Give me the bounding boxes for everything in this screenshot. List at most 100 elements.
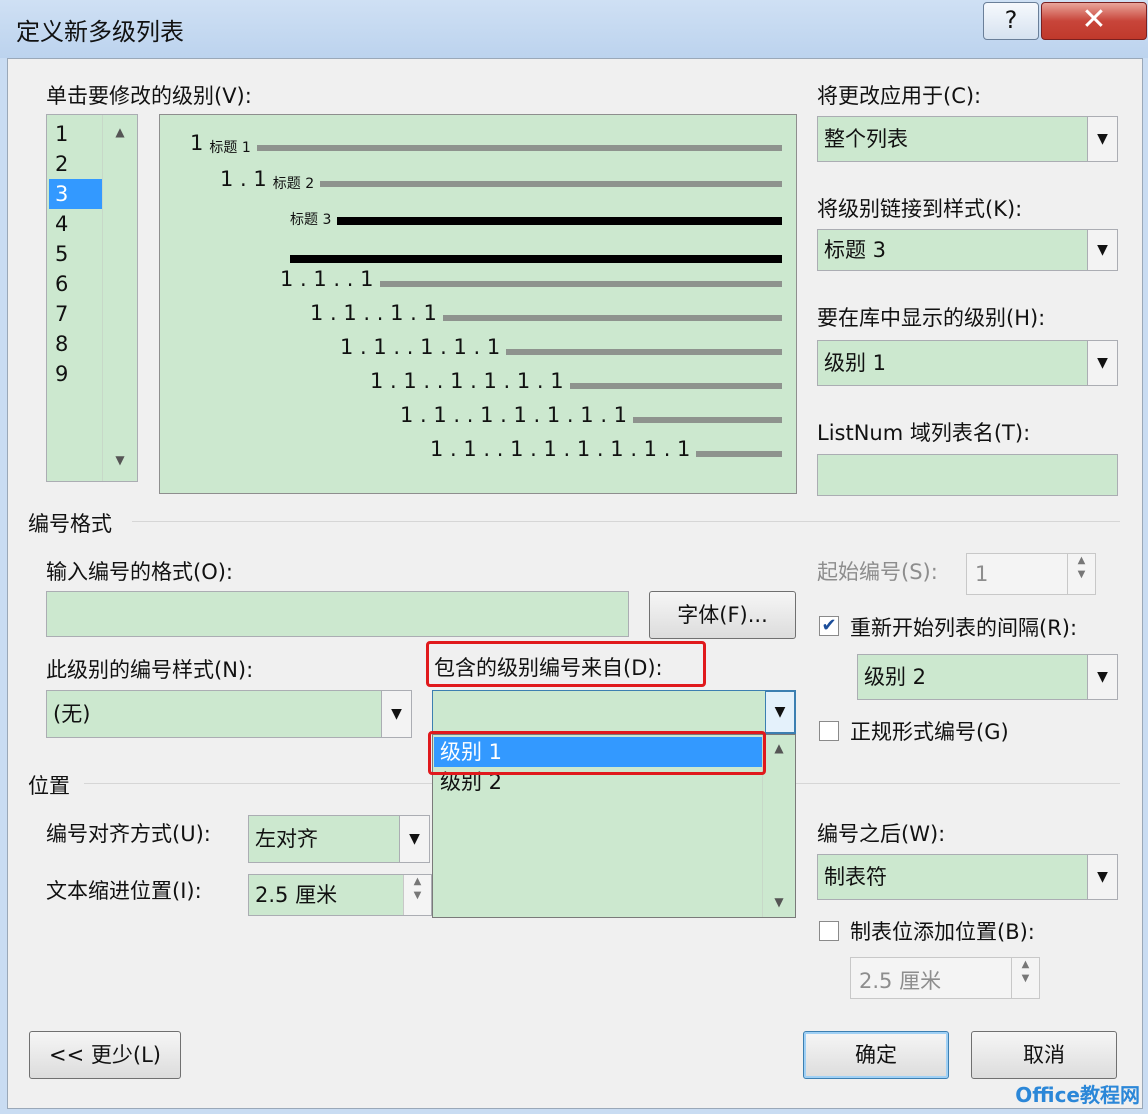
spinner-arrows-icon[interactable]: ▲ ▼ xyxy=(1067,554,1095,594)
restart-checkbox[interactable]: ✔ xyxy=(819,616,839,636)
level-item[interactable]: 5 xyxy=(49,239,105,269)
spinner-arrows-icon[interactable]: ▲ ▼ xyxy=(403,875,431,915)
chevron-down-icon[interactable]: ▼ xyxy=(1087,117,1117,161)
after-number-value: 制表符 xyxy=(824,865,887,889)
after-number-dropdown[interactable]: 制表符 ▼ xyxy=(817,854,1118,900)
level-item[interactable]: 1 xyxy=(49,119,105,149)
preview-text-line xyxy=(337,217,782,225)
indent-label: 文本缩进位置(I): xyxy=(46,879,202,903)
section-divider xyxy=(132,521,1120,522)
dialog-title: 定义新多级列表 xyxy=(16,18,184,46)
level-item[interactable]: 2 xyxy=(49,149,105,179)
indent-value: 2.5 厘米 xyxy=(255,883,338,907)
level-item[interactable]: 6 xyxy=(49,269,105,299)
chevron-down-icon[interactable]: ▼ xyxy=(1087,855,1117,899)
link-style-dropdown[interactable]: 标题 3 ▼ xyxy=(817,229,1118,271)
after-number-label: 编号之后(W): xyxy=(817,822,946,846)
number-style-value: (无) xyxy=(53,702,91,726)
preview-text-line xyxy=(256,145,782,151)
link-style-label: 将级别链接到样式(K): xyxy=(817,197,1023,221)
close-button[interactable]: ✕ xyxy=(1041,2,1147,40)
start-value: 1 xyxy=(975,562,989,586)
align-label: 编号对齐方式(U): xyxy=(46,822,211,846)
preview-style-label: 标题 1 xyxy=(209,140,251,156)
ok-button[interactable]: 确定 xyxy=(803,1031,949,1079)
include-dropdown[interactable]: ▼ xyxy=(432,690,796,734)
preview-number: 1 xyxy=(190,131,204,155)
listnum-label: ListNum 域列表名(T): xyxy=(817,421,1031,445)
levels-scrollbar[interactable]: ▲ ▼ xyxy=(102,115,137,481)
number-format-section-title: 编号格式 xyxy=(28,512,112,536)
preview-text-line xyxy=(696,451,782,457)
help-button[interactable]: ? xyxy=(983,2,1039,40)
preview-text-line xyxy=(379,281,782,287)
less-button[interactable]: << 更少(L) xyxy=(29,1031,181,1079)
font-button[interactable]: 字体(F)... xyxy=(649,591,796,639)
start-spinner[interactable]: 1 ▲ ▼ xyxy=(966,553,1096,595)
apply-to-value: 整个列表 xyxy=(824,127,908,151)
level-item[interactable]: 3 xyxy=(49,179,105,209)
preview-number: 1 . 1 . . 1 . 1 . 1 . 1 xyxy=(370,369,564,393)
chevron-down-icon[interactable]: ▼ xyxy=(1087,341,1117,385)
preview-text-line xyxy=(442,315,782,321)
levels-list[interactable]: 123456789 ▲ ▼ xyxy=(46,114,138,482)
link-style-value: 标题 3 xyxy=(824,238,887,262)
indent-spinner[interactable]: 2.5 厘米 ▲ ▼ xyxy=(248,874,432,916)
preview-number: 1 . 1 xyxy=(220,167,267,191)
chevron-down-icon[interactable]: ▼ xyxy=(381,691,411,737)
restart-label: 重新开始列表的间隔(R): xyxy=(850,616,1078,640)
preview-text-line xyxy=(506,349,782,355)
scroll-up-icon[interactable]: ▲ xyxy=(103,125,137,139)
cancel-button[interactable]: 取消 xyxy=(971,1031,1117,1079)
level-item[interactable]: 8 xyxy=(49,329,105,359)
legal-checkbox[interactable] xyxy=(819,721,839,741)
apply-to-label: 将更改应用于(C): xyxy=(817,84,982,108)
tab-add-value: 2.5 厘米 xyxy=(859,969,942,993)
position-section-title: 位置 xyxy=(28,774,70,798)
align-value: 左对齐 xyxy=(255,827,318,851)
number-style-dropdown[interactable]: (无) ▼ xyxy=(46,690,412,738)
gallery-level-label: 要在库中显示的级别(H): xyxy=(817,306,1046,330)
preview-number: 1 . 1 . . 1 . 1 xyxy=(310,301,437,325)
preview-style-label: 标题 2 xyxy=(272,176,315,192)
include-label: 包含的级别编号来自(D): xyxy=(434,656,663,680)
preview-number: 1 . 1 . . 1 . 1 . 1 xyxy=(340,335,501,359)
number-style-label: 此级别的编号样式(N): xyxy=(46,658,254,682)
tab-add-checkbox[interactable] xyxy=(819,921,839,941)
gallery-level-value: 级别 1 xyxy=(824,351,887,375)
scroll-up-icon[interactable]: ▲ xyxy=(763,741,795,755)
gallery-level-dropdown[interactable]: 级别 1 ▼ xyxy=(817,340,1118,386)
level-item[interactable]: 9 xyxy=(49,359,105,389)
checkmark-icon: ✔ xyxy=(821,615,837,636)
align-dropdown[interactable]: 左对齐 ▼ xyxy=(248,815,430,863)
level-item[interactable]: 7 xyxy=(49,299,105,329)
preview-text-line xyxy=(569,383,782,389)
levels-label: 单击要修改的级别(V): xyxy=(46,84,252,108)
preview-text-line xyxy=(320,181,782,187)
restart-dropdown[interactable]: 级别 2 ▼ xyxy=(857,654,1118,700)
level-item[interactable]: 4 xyxy=(49,209,105,239)
preview-number: 1 . 1 . . 1 xyxy=(280,267,374,291)
chevron-down-icon[interactable]: ▼ xyxy=(765,691,795,733)
levels-items: 123456789 xyxy=(49,119,105,389)
tab-add-spinner[interactable]: 2.5 厘米 ▲ ▼ xyxy=(850,957,1040,999)
format-input[interactable] xyxy=(46,591,629,637)
format-label: 输入编号的格式(O): xyxy=(46,560,233,584)
preview-text-line xyxy=(633,417,782,423)
list-preview: 1 标题 1 1 . 1 标题 2 标题 3 1 . 1 . . 1 1 . 1 . . 1… xyxy=(159,114,797,494)
listnum-input[interactable] xyxy=(817,454,1118,496)
chevron-down-icon[interactable]: ▼ xyxy=(1087,230,1117,270)
preview-text-line xyxy=(290,255,782,263)
dropdown-scrollbar[interactable]: ▲ ▼ xyxy=(762,735,795,917)
watermark-logo: Office教程网 xyxy=(1015,1083,1140,1107)
chevron-down-icon[interactable]: ▼ xyxy=(399,816,429,862)
preview-number: 1 . 1 . . 1 . 1 . 1 . 1 . 1 xyxy=(400,403,628,427)
chevron-down-icon[interactable]: ▼ xyxy=(1087,655,1117,699)
scroll-down-icon[interactable]: ▼ xyxy=(103,453,137,467)
restart-value: 级别 2 xyxy=(864,665,927,689)
spinner-arrows-icon[interactable]: ▲ ▼ xyxy=(1011,958,1039,998)
scroll-down-icon[interactable]: ▼ xyxy=(763,895,795,909)
legal-label: 正规形式编号(G) xyxy=(850,720,1009,744)
apply-to-dropdown[interactable]: 整个列表 ▼ xyxy=(817,116,1118,162)
tab-add-label: 制表位添加位置(B): xyxy=(850,920,1035,944)
